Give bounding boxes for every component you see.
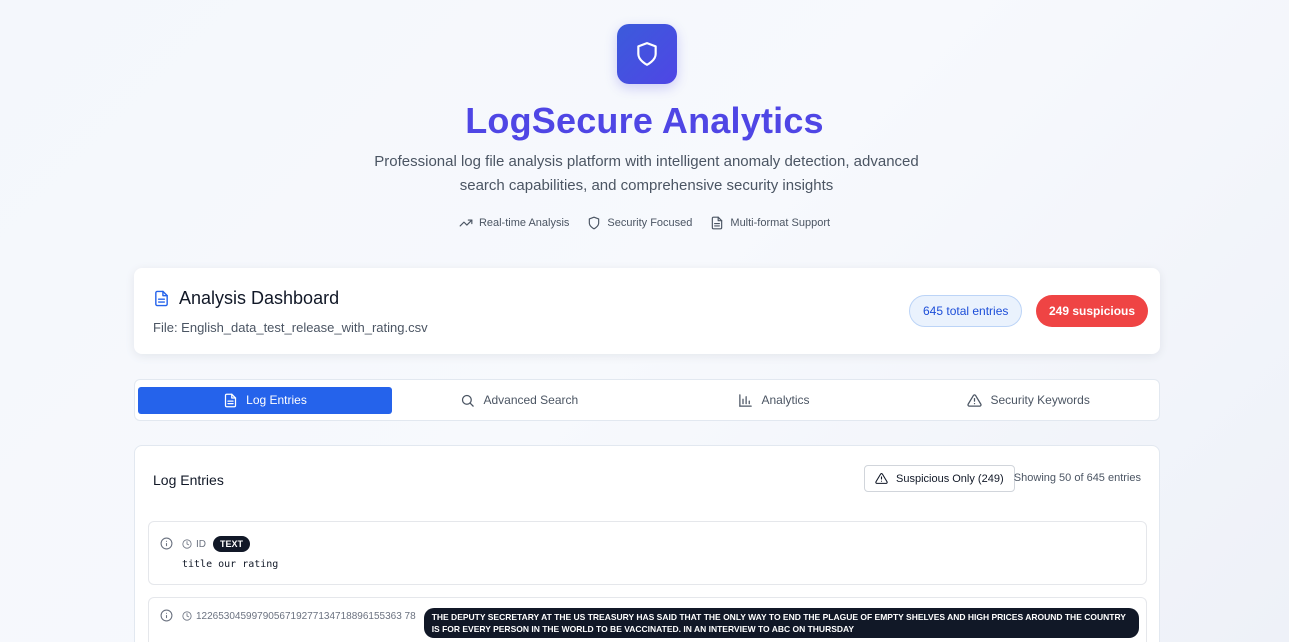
entry-timestamp: ID [196, 538, 206, 550]
analysis-dashboard-card: Analysis Dashboard File: English_data_te… [134, 268, 1160, 354]
main-tabs: Log Entries Advanced Search Analytics Se… [134, 379, 1160, 421]
entry-tag: THE DEPUTY SECRETARY AT THE US TREASURY … [423, 608, 1139, 638]
tab-label: Advanced Search [483, 393, 579, 407]
log-entries-panel: Log Entries Suspicious Only (249) Showin… [134, 445, 1160, 642]
bar-chart-icon [739, 393, 753, 407]
suspicious-badge: 249 suspicious [1036, 295, 1149, 327]
file-text-icon [155, 290, 168, 307]
feature-list: Real-time Analysis Security Focused Mult… [0, 216, 1289, 230]
entry-meta: ID TEXT [182, 536, 251, 552]
file-text-icon [225, 393, 237, 407]
clock-icon [182, 611, 192, 621]
alert-triangle-icon [967, 393, 983, 407]
app-logo [617, 24, 677, 84]
file-text-icon [712, 216, 723, 230]
info-icon[interactable] [160, 537, 173, 550]
tab-log-entries[interactable]: Log Entries [138, 386, 392, 414]
info-icon[interactable] [160, 609, 173, 622]
dashboard-title-text: Analysis Dashboard [179, 288, 340, 308]
app-subtitle: Professional log file analysis platform … [374, 153, 919, 194]
feature-multiformat: Multi-format Support [710, 216, 830, 230]
entry-tag: TEXT [213, 536, 251, 552]
shield-icon [589, 216, 600, 230]
entry-meta: 1226530459979056719277134718896155363 78… [182, 608, 1139, 638]
trending-up-icon [459, 219, 473, 227]
tab-analytics[interactable]: Analytics [647, 387, 902, 414]
log-entry[interactable]: ID TEXT title our rating [148, 521, 1147, 585]
feature-label: Security Focused [607, 217, 693, 229]
app-title: LogSecure Analytics [465, 100, 824, 141]
entry-timestamp: 1226530459979056719277134718896155363 78 [196, 611, 416, 622]
dashboard-title: Analysis Dashboard [153, 288, 339, 309]
tab-label: Security Keywords [990, 393, 1090, 407]
feature-label: Real-time Analysis [478, 217, 570, 229]
feature-realtime: Real-time Analysis [459, 216, 569, 230]
log-entries-title: Log Entries [153, 472, 224, 488]
log-entry[interactable]: 1226530459979056719277134718896155363 78… [148, 597, 1147, 642]
total-entries-badge: 645 total entries [909, 295, 1023, 327]
suspicious-only-button[interactable]: Suspicious Only (249) [864, 465, 1015, 492]
entries-count: Showing 50 of 645 entries [1013, 472, 1141, 484]
tab-security-keywords[interactable]: Security Keywords [901, 387, 1156, 414]
shield-icon [637, 42, 657, 66]
tab-label: Analytics [761, 393, 810, 407]
search-icon [462, 394, 475, 407]
tab-label: Log Entries [246, 393, 307, 407]
dashboard-file-name: File: English_data_test_release_with_rat… [153, 320, 428, 335]
feature-label: Multi-format Support [730, 217, 831, 229]
entry-message: title our rating [182, 559, 279, 570]
clock-icon [182, 539, 192, 549]
suspicious-only-label: Suspicious Only (249) [896, 472, 1004, 485]
feature-security: Security Focused [587, 216, 692, 230]
alert-triangle-icon [875, 473, 888, 484]
tab-advanced-search[interactable]: Advanced Search [392, 387, 647, 414]
